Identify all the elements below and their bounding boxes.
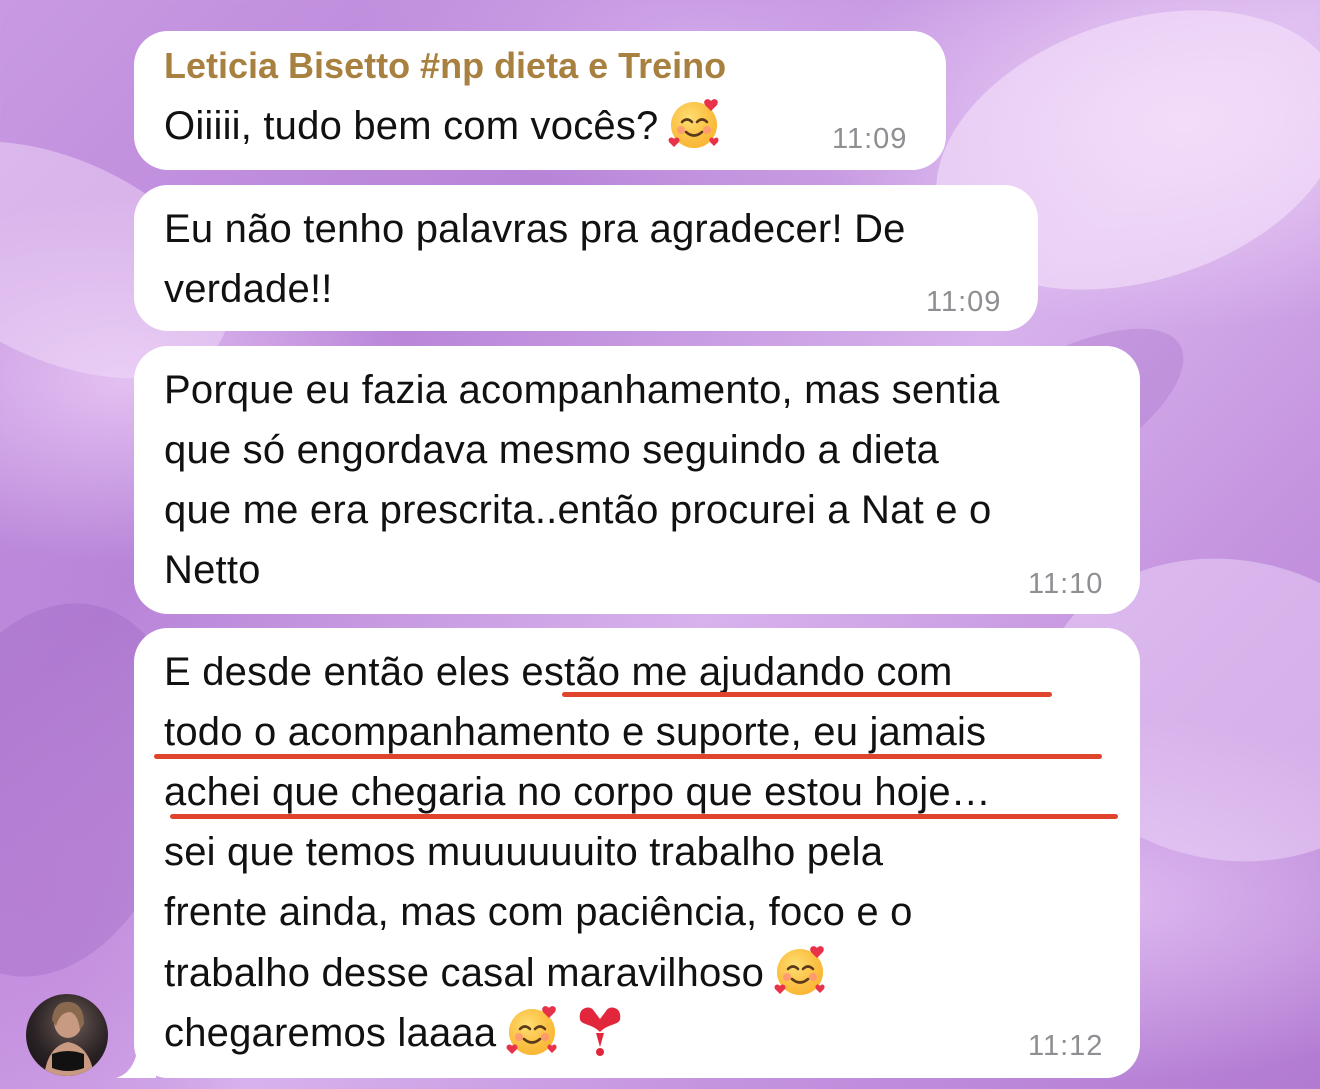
smiling-face-with-hearts-icon — [504, 1002, 560, 1058]
highlight-underline — [170, 814, 1118, 819]
message-text-line: sei que temos muuuuuuito trabalho pela — [164, 830, 884, 874]
message-text-line: chegaremos laaaa — [164, 1002, 628, 1063]
message-text-line: que me era prescrita..então procurei a N… — [164, 488, 992, 532]
highlight-underline — [562, 692, 1052, 697]
heart-exclamation-icon — [572, 1002, 628, 1058]
bubble-tail — [116, 1040, 156, 1078]
profile-photo — [44, 1001, 94, 1076]
message-timestamp: 11:12 — [1028, 1030, 1104, 1062]
message-text-line: Eu não tenho palavras pra agradecer! De — [164, 207, 906, 251]
message-text-line: Porque eu fazia acompanhamento, mas sent… — [164, 368, 1000, 412]
message-text-line: que só engordava mesmo seguindo a dieta — [164, 428, 939, 472]
smiling-face-with-hearts-icon — [666, 95, 722, 151]
smiling-face-with-hearts-icon — [772, 942, 828, 998]
message-timestamp: 11:09 — [832, 123, 908, 155]
message-bubble-1[interactable]: Leticia Bisetto #np dieta e Treino Oiiii… — [134, 31, 946, 170]
message-timestamp: 11:09 — [926, 286, 1002, 318]
message-text-line: Netto — [164, 548, 261, 592]
sender-name[interactable]: Leticia Bisetto #np dieta e Treino — [164, 45, 726, 87]
message-bubble-2[interactable]: Eu não tenho palavras pra agradecer! De … — [134, 185, 1038, 331]
message-text-line: achei que chegaria no corpo que estou ho… — [164, 770, 991, 814]
message-text-line: Oiiiii, tudo bem com vocês? — [164, 95, 722, 156]
message-bubble-3[interactable]: Porque eu fazia acompanhamento, mas sent… — [134, 346, 1140, 614]
highlight-underline — [154, 754, 1102, 759]
message-text-line: trabalho desse casal maravilhoso — [164, 942, 828, 1003]
avatar[interactable] — [26, 994, 108, 1076]
message-text-line: verdade!! — [164, 267, 333, 311]
message-text-line: frente ainda, mas com paciência, foco e … — [164, 890, 913, 934]
message-text-line: todo o acompanhamento e suporte, eu jama… — [164, 710, 987, 754]
message-timestamp: 11:10 — [1028, 568, 1104, 600]
message-bubble-4[interactable]: E desde então eles estão me ajudando com… — [134, 628, 1140, 1078]
